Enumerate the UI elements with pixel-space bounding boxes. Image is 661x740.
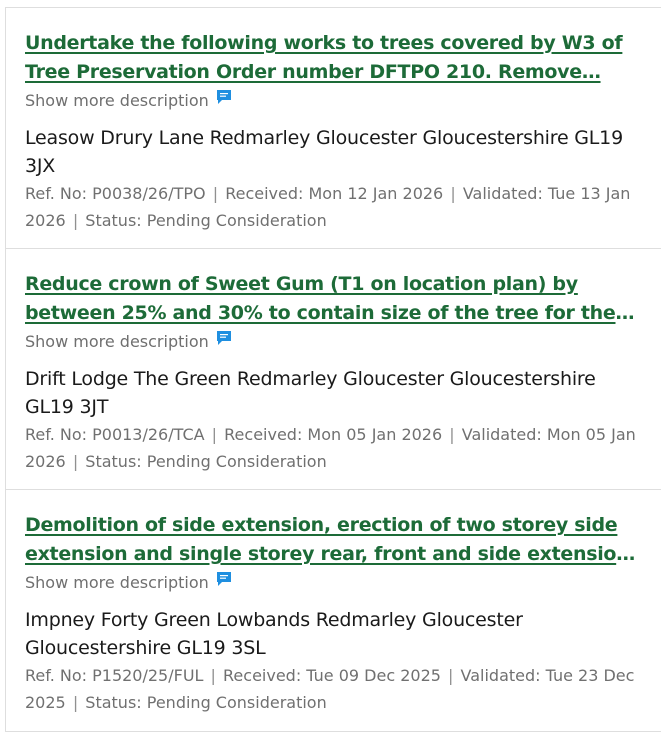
result-item: Demolition of side extension, erection o…: [6, 490, 661, 732]
separator: |: [448, 666, 454, 685]
status-text: Status: Pending Consideration: [85, 693, 327, 712]
result-address: Drift Lodge The Green Redmarley Gloucest…: [25, 368, 596, 418]
result-title-link[interactable]: Demolition of side extension, erection o…: [25, 511, 643, 569]
result-address: Leasow Drury Lane Redmarley Gloucester G…: [25, 127, 623, 177]
result-item: Undertake the following works to trees c…: [6, 8, 661, 249]
result-title-link[interactable]: Undertake the following works to trees c…: [25, 29, 643, 87]
show-more-label: Show more description: [25, 331, 209, 351]
separator: |: [211, 425, 218, 444]
result-title-link[interactable]: Reduce crown of Sweet Gum (T1 on locatio…: [25, 270, 643, 328]
show-more-description[interactable]: Show more description: [25, 328, 643, 354]
status-text: Status: Pending Consideration: [85, 211, 327, 230]
separator: |: [210, 666, 216, 685]
separator: |: [450, 184, 456, 203]
status-text: Status: Pending Consideration: [85, 452, 327, 471]
result-meta: Ref. No: P1520/25/FUL | Received: Tue 09…: [25, 662, 643, 716]
result-item: Reduce crown of Sweet Gum (T1 on locatio…: [6, 249, 661, 490]
result-address: Impney Forty Green Lowbands Redmarley Gl…: [25, 609, 523, 659]
separator: |: [72, 211, 79, 230]
comment-icon: [216, 89, 232, 105]
separator: |: [72, 452, 79, 471]
result-meta: Ref. No: P0013/26/TCA | Received: Mon 05…: [25, 421, 643, 475]
comment-icon: [216, 571, 232, 587]
received-date: Received: Mon 12 Jan 2026: [225, 184, 444, 203]
search-results-list: Undertake the following works to trees c…: [5, 7, 661, 732]
separator: |: [449, 425, 455, 444]
separator: |: [212, 184, 219, 203]
comment-icon: [216, 330, 232, 346]
ref-number: Ref. No: P0013/26/TCA: [25, 425, 205, 444]
received-date: Received: Mon 05 Jan 2026: [224, 425, 443, 444]
result-meta: Ref. No: P0038/26/TPO | Received: Mon 12…: [25, 180, 643, 234]
ref-number: Ref. No: P0038/26/TPO: [25, 184, 206, 203]
separator: |: [72, 693, 79, 712]
ref-number: Ref. No: P1520/25/FUL: [25, 666, 204, 685]
show-more-label: Show more description: [25, 572, 209, 592]
show-more-label: Show more description: [25, 90, 209, 110]
show-more-description[interactable]: Show more description: [25, 569, 643, 595]
show-more-description[interactable]: Show more description: [25, 87, 643, 113]
received-date: Received: Tue 09 Dec 2025: [223, 666, 441, 685]
